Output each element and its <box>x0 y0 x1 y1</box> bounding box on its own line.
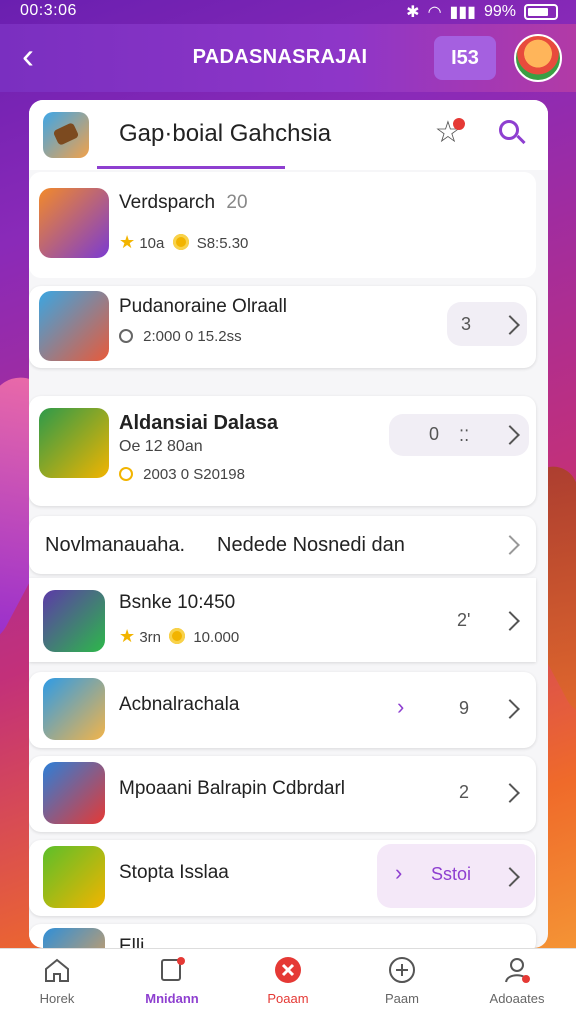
main-card: Gap·boial Gahchsia ☆ Verdsparch 20 ★ 10a… <box>29 100 548 948</box>
game-thumbnail <box>43 590 105 652</box>
item-title: Aldansiai Dalasa <box>119 412 278 434</box>
chevron-right-icon[interactable] <box>500 611 520 631</box>
search-icon[interactable] <box>497 118 529 150</box>
list-item[interactable]: Elli... <box>29 924 536 948</box>
game-thumbnail <box>43 846 105 908</box>
user-icon <box>505 958 530 983</box>
section-link: Nedede Nosnedi dan <box>217 534 405 556</box>
item-title: Pudanoraine Olraall <box>119 296 287 317</box>
star-icon: ★ <box>119 626 136 646</box>
home-icon <box>45 958 69 982</box>
status-time: 00:3:06 <box>20 2 77 19</box>
item-value: 10.000 <box>193 629 240 646</box>
list-item[interactable]: Acbnalrachala › 9 <box>29 672 536 748</box>
item-count: 2 <box>459 782 470 802</box>
signal-icon: ▮▮▮ <box>449 4 476 21</box>
chevron-right-icon[interactable] <box>500 535 520 555</box>
status-bar: 00:3:06 ✱ ◠ ▮▮▮ 99% <box>0 0 576 24</box>
game-thumbnail <box>39 291 109 361</box>
list-item[interactable]: Verdsparch 20 ★ 10a S8:5.30 <box>29 172 536 278</box>
item-count: 3 <box>461 314 472 334</box>
bottom-nav: Horek Mnidann Poaam Paam Adoaates <box>0 948 576 1024</box>
item-rating: 10a <box>139 235 165 252</box>
game-thumbnail <box>39 188 109 258</box>
item-title: Elli... <box>119 936 161 948</box>
more-icon: ⁚⁚ <box>459 428 470 445</box>
list-item[interactable]: Aldansiai Dalasa Oe 12 80an 2003 0 S2019… <box>29 396 536 506</box>
nav-label: Poaam <box>267 991 309 1006</box>
wifi-icon <box>119 467 133 481</box>
battery-icon <box>524 4 558 20</box>
item-title: Mpoaani Balrapin Cdbrdarl <box>119 778 346 799</box>
close-icon <box>275 957 301 983</box>
item-title: Verdsparch <box>119 192 216 213</box>
coin-icon <box>172 234 189 250</box>
game-thumbnail <box>43 762 105 824</box>
bluetooth-icon: ✱ <box>406 4 420 21</box>
nav-label: Paam <box>385 991 419 1006</box>
battery-percent: 99% <box>483 3 516 20</box>
avatar[interactable] <box>514 34 562 82</box>
item-count: 0 <box>429 424 440 444</box>
section-title: Novlmanauaha. <box>45 534 186 556</box>
item-title: Stopta Isslaa <box>119 862 229 883</box>
play-icon: › <box>395 860 403 885</box>
nav-messages[interactable]: Mnidann <box>117 955 227 1006</box>
nav-play[interactable]: Poaam <box>233 955 343 1006</box>
back-button[interactable]: ‹ <box>22 38 56 76</box>
item-subtitle: Oe 12 80an <box>119 438 203 455</box>
coin-icon <box>169 628 186 644</box>
chevron-right-icon[interactable] <box>500 699 520 719</box>
list-item[interactable]: Mpoaani Balrapin Cdbrdarl 2 <box>29 756 536 832</box>
action-label[interactable]: Sstoi <box>431 864 471 885</box>
item-title: Bsnke 10:450 <box>119 592 236 613</box>
item-title: Acbnalrachala <box>119 694 240 715</box>
item-meta: 2:000 0 15.2ss <box>143 328 242 345</box>
game-thumbnail <box>43 928 105 948</box>
item-meta: 2003 0 S20198 <box>143 466 245 483</box>
edit-icon <box>161 957 185 981</box>
nav-home[interactable]: Horek <box>2 955 112 1006</box>
play-icon: › <box>397 694 405 719</box>
nav-add[interactable]: Paam <box>347 955 457 1006</box>
list-item[interactable]: Stopta Isslaa › Sstoi <box>29 840 536 916</box>
item-value: S8:5.30 <box>196 235 249 252</box>
active-tab-indicator <box>97 166 285 169</box>
item-count: 9 <box>459 698 470 718</box>
section-header[interactable]: Novlmanauaha. Nedede Nosnedi dan <box>29 516 536 574</box>
clock-icon <box>119 329 133 343</box>
notification-badge <box>453 118 465 130</box>
app-bar: ‹ PADASNASRAJAI I53 <box>0 24 576 92</box>
game-thumbnail <box>43 678 105 740</box>
chevron-right-icon[interactable] <box>500 783 520 803</box>
star-icon: ★ <box>119 232 136 252</box>
list-item[interactable]: Pudanoraine Olraall 2:000 0 15.2ss 3 <box>29 286 536 368</box>
nav-label: Adoaates <box>489 991 545 1006</box>
item-count: 2' <box>457 610 471 630</box>
item-suffix: 20 <box>226 192 248 213</box>
wifi-icon: ◠ <box>427 4 442 21</box>
app-icon <box>43 112 89 158</box>
add-icon <box>389 957 415 983</box>
item-rating: 3rn <box>139 629 161 646</box>
page-title: PADASNASRAJAI <box>192 46 368 68</box>
nav-profile[interactable]: Adoaates <box>462 955 572 1006</box>
nav-label: Horek <box>39 991 75 1006</box>
nav-label: Mnidann <box>145 991 199 1006</box>
game-thumbnail <box>39 408 109 478</box>
header-action-button[interactable]: I53 <box>434 36 496 80</box>
card-header: Gap·boial Gahchsia ☆ <box>29 100 548 170</box>
list-item[interactable]: Bsnke 10:450 ★ 3rn 10.000 2' <box>29 578 536 662</box>
card-title: Gap·boial Gahchsia <box>119 120 332 147</box>
